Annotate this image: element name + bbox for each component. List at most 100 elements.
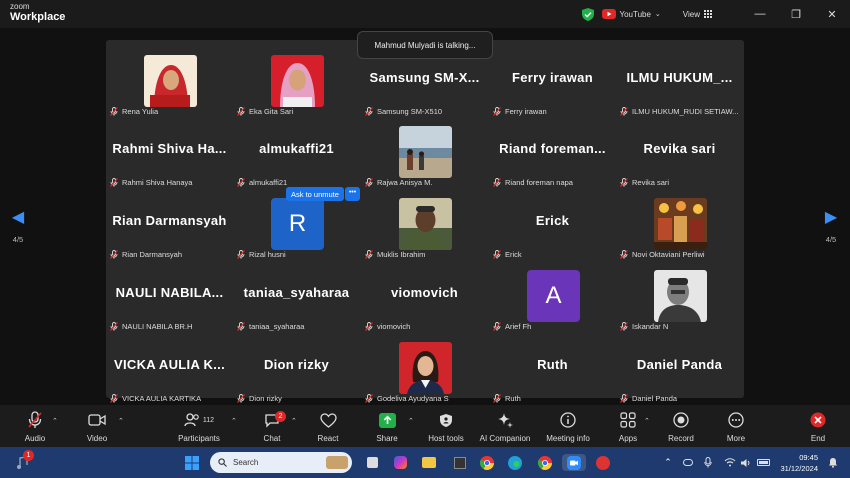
participant-tile[interactable]: Rena Yulia: [106, 45, 233, 116]
participant-tile[interactable]: Ruth Ruth: [489, 332, 616, 403]
record-button[interactable]: Record: [666, 411, 696, 443]
task-view-button[interactable]: [364, 454, 380, 471]
ai-companion-button[interactable]: AI Companion: [476, 411, 534, 443]
left-arrow-icon[interactable]: ◀: [6, 210, 30, 226]
chrome-button[interactable]: [478, 454, 496, 471]
taskbar-app-button[interactable]: [452, 454, 468, 471]
more-button[interactable]: More: [722, 411, 750, 443]
participant-tile[interactable]: Eka Gita Sari: [233, 45, 360, 116]
participant-display-name: ILMU HUKUM_...: [626, 70, 733, 85]
notification-center-button[interactable]: [826, 454, 840, 471]
participant-name: Ruth: [505, 394, 521, 403]
youtube-live-button[interactable]: YouTube ⌄: [602, 9, 661, 19]
ai-companion-label: AI Companion: [479, 434, 531, 443]
meeting-info-button[interactable]: Meeting info: [543, 411, 593, 443]
battery-icon: [756, 459, 770, 466]
participant-tile[interactable]: Godeliva Ayudyana S: [361, 332, 488, 403]
taskbar-search-box[interactable]: Search: [210, 452, 352, 473]
participant-tile[interactable]: Riand foreman... Riand foreman napa: [489, 116, 616, 187]
participants-label: Participants: [178, 434, 220, 443]
notifications-app-icon[interactable]: 1: [12, 450, 34, 471]
chat-caret-icon[interactable]: ⌃: [291, 417, 297, 425]
share-screen-icon: [378, 412, 396, 428]
start-button[interactable]: [183, 454, 201, 471]
video-label: Video: [86, 434, 108, 443]
audio-button[interactable]: Audio: [20, 411, 50, 443]
edge-button[interactable]: [506, 454, 524, 471]
record-icon: [673, 412, 689, 428]
info-icon: [560, 412, 576, 428]
clock-time: 09:45: [799, 453, 818, 462]
muted-mic-icon: [365, 394, 373, 403]
video-options-caret-icon[interactable]: ⌃: [118, 417, 124, 425]
participant-name: Samsung SM-X510: [377, 107, 443, 116]
participant-tile[interactable]: ILMU HUKUM_... ILMU HUKUM_RUDI SETIAW...: [616, 45, 743, 116]
next-page-control[interactable]: ▶ 4/5: [819, 210, 843, 245]
app-icon: [454, 456, 466, 469]
participant-tile[interactable]: viomovich viomovich: [361, 260, 488, 331]
chrome-profile-button[interactable]: [536, 454, 554, 471]
participant-tile[interactable]: VICKA AULIA K... VICKA AULIA KARTIKA: [106, 332, 233, 403]
previous-page-control[interactable]: ◀ 4/5: [6, 210, 30, 245]
host-tools-button[interactable]: Host tools: [424, 411, 468, 443]
brand-name: Workplace: [10, 11, 66, 23]
participant-tile[interactable]: Erick Erick: [489, 188, 616, 259]
participant-tile[interactable]: Novi Oktaviani Perliwi: [616, 188, 743, 259]
participant-name: almukaffi21: [249, 178, 288, 187]
participant-tile[interactable]: Rian Darmansyah Rian Darmansyah: [106, 188, 233, 259]
participant-tile[interactable]: Revika sari Revika sari: [616, 116, 743, 187]
participant-tile[interactable]: Dion rizky Dion rizky: [233, 332, 360, 403]
file-explorer-button[interactable]: [420, 454, 438, 471]
chat-button[interactable]: 2 Chat: [258, 411, 286, 443]
close-button[interactable]: ✕: [814, 8, 850, 21]
end-meeting-button[interactable]: End: [804, 411, 832, 443]
react-button[interactable]: React: [314, 411, 342, 443]
participant-name-label: Dion rizky: [237, 394, 282, 403]
minimize-button[interactable]: —: [742, 8, 778, 20]
pdf-app-button[interactable]: [594, 454, 612, 471]
audio-options-caret-icon[interactable]: ⌃: [52, 417, 58, 425]
participant-tile[interactable]: NAULI NABILA... NAULI NABILA BR.H: [106, 260, 233, 331]
share-caret-icon[interactable]: ⌃: [408, 417, 414, 425]
view-button[interactable]: View: [683, 10, 712, 19]
participant-display-name: Daniel Panda: [636, 357, 723, 372]
participant-tile[interactable]: Iskandar N: [616, 260, 743, 331]
participant-tile[interactable]: Daniel Panda Daniel Panda: [616, 332, 743, 403]
participant-tile[interactable]: A Arief Fh: [489, 260, 616, 331]
apps-button[interactable]: Apps: [614, 411, 642, 443]
participants-count: 112: [202, 416, 215, 424]
security-shield-icon[interactable]: [582, 7, 595, 21]
participant-tile[interactable]: Ferry irawan Ferry irawan: [489, 45, 616, 116]
tile-more-options-button[interactable]: •••: [345, 187, 360, 201]
participant-name: Eka Gita Sari: [249, 107, 294, 116]
participants-caret-icon[interactable]: ⌃: [231, 417, 237, 425]
ask-to-unmute-button[interactable]: Ask to unmute: [286, 187, 344, 201]
participant-tile[interactable]: Rahmi Shiva Ha... Rahmi Shiva Hanaya: [106, 116, 233, 187]
zoom-taskbar-button[interactable]: [562, 454, 586, 471]
participant-name: VICKA AULIA KARTIKA: [122, 394, 202, 403]
windows-taskbar: 1 Search ⌃ 09:45 31/12/2024: [0, 447, 850, 478]
copilot-button[interactable]: [392, 454, 408, 471]
participant-avatar: A: [527, 270, 580, 322]
tray-cloud-button[interactable]: [681, 454, 695, 471]
participant-display-name: Rahmi Shiva Ha...: [112, 141, 227, 156]
tray-chevron-icon[interactable]: ⌃: [661, 454, 675, 471]
tray-mic-button[interactable]: [701, 454, 715, 471]
battery-button[interactable]: [755, 454, 771, 471]
apps-caret-icon[interactable]: ⌃: [644, 417, 650, 425]
participant-tile[interactable]: almukaffi21 almukaffi21: [233, 116, 360, 187]
restore-button[interactable]: ❐: [778, 8, 814, 21]
participant-tile[interactable]: taniaa_syaharaa taniaa_syaharaa: [233, 260, 360, 331]
participant-display-name: taniaa_syaharaa: [243, 285, 350, 300]
participant-tile[interactable]: Muklis Ibrahim: [361, 188, 488, 259]
participant-tile[interactable]: Rajwa Anisya M.: [361, 116, 488, 187]
wifi-button[interactable]: [723, 454, 737, 471]
participants-button[interactable]: 112 Participants: [172, 411, 226, 443]
right-arrow-icon[interactable]: ▶: [819, 210, 843, 226]
wifi-icon: [724, 458, 736, 467]
taskbar-clock[interactable]: 09:45 31/12/2024: [780, 452, 818, 474]
volume-button[interactable]: [739, 454, 753, 471]
share-button[interactable]: Share: [373, 411, 401, 443]
video-button[interactable]: Video: [82, 411, 112, 443]
participant-name: Dion rizky: [249, 394, 282, 403]
